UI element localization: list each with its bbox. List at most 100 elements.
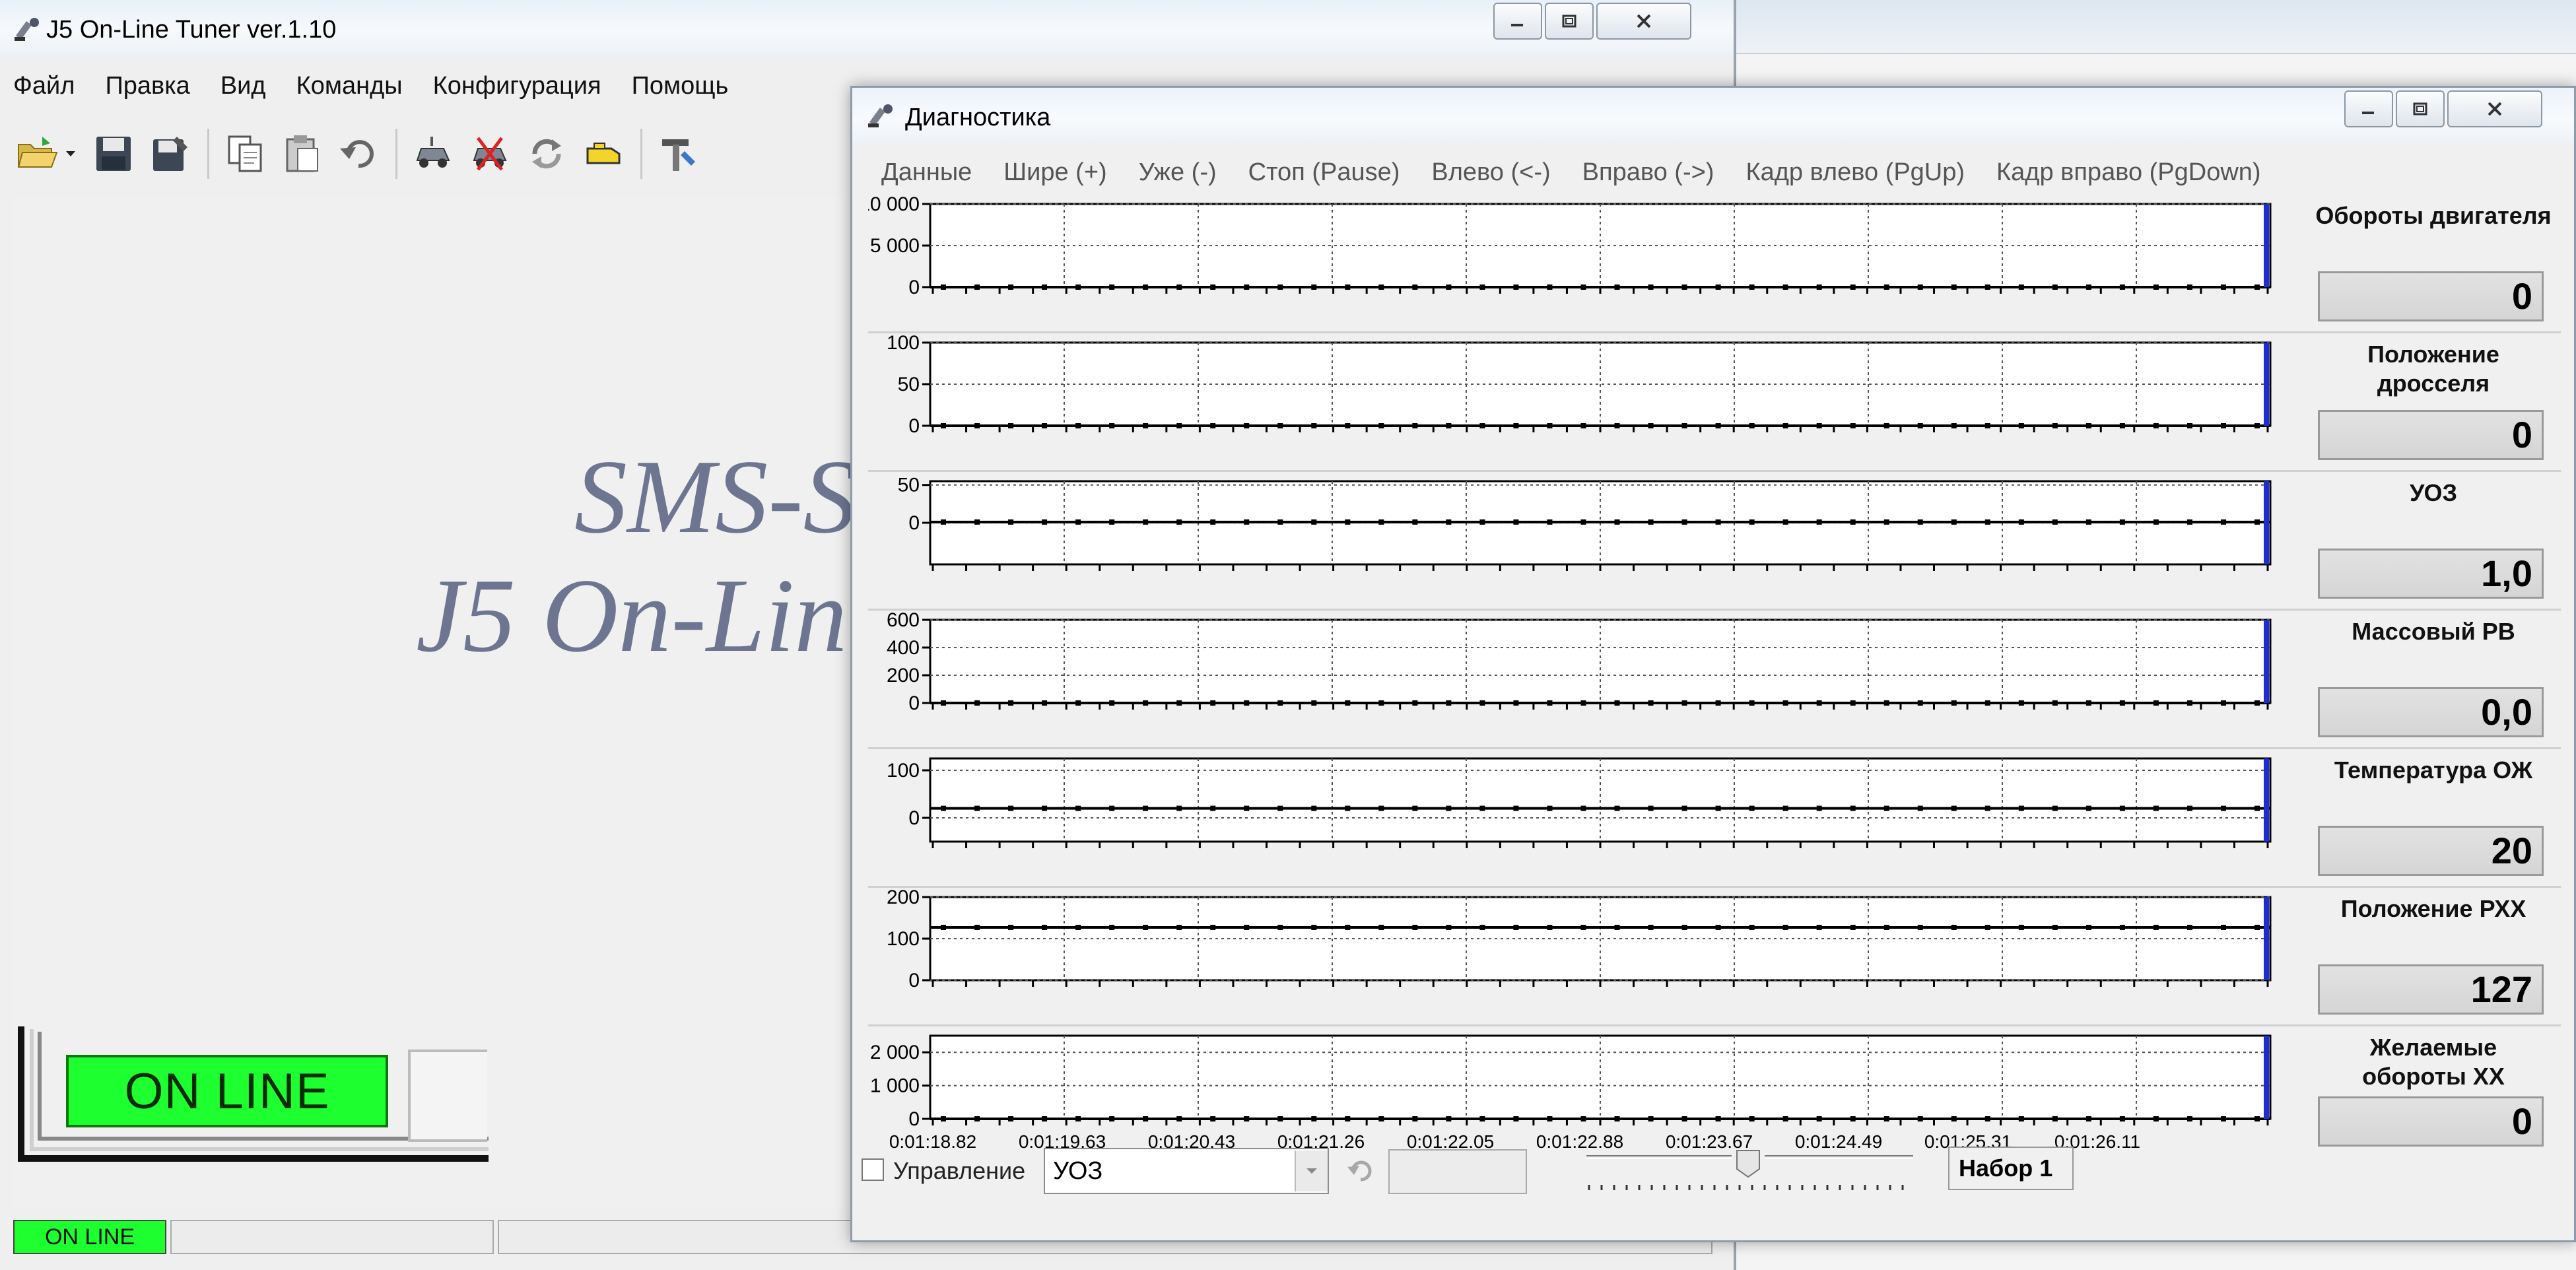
chart-target-idle-rpm: 2 0001 00000:01:18.82 0:01:19.63 0:01:20.4… [870,1034,2272,1152]
control-parameter-select[interactable]: УОЗ [1044,1148,1329,1194]
copy-icon[interactable] [221,130,269,178]
series-point [1513,924,1519,930]
menu-left[interactable]: Влево (<-) [1431,154,1550,191]
menu-narrower[interactable]: Уже (-) [1139,154,1217,191]
menu-stop[interactable]: Стоп (Pause) [1248,154,1400,191]
undo-icon[interactable] [335,130,382,178]
background-window-titlebar [1736,0,2576,54]
series-point [1883,700,1889,706]
series-point [1210,423,1216,428]
diagnostics-minimize-button[interactable] [2344,90,2393,127]
menu-data[interactable]: Данные [881,154,972,191]
engine-icon[interactable] [580,130,627,178]
series-point [2153,700,2159,706]
series-point [1681,423,1687,428]
series-point [1547,1116,1553,1121]
series-point [1883,1116,1889,1121]
series-point [1984,700,1990,706]
series-point [2119,805,2125,811]
menu-edit[interactable]: Правка [105,67,189,104]
series-point [1614,1116,1620,1121]
series-point [1917,805,1923,811]
series-point [2220,284,2226,290]
chart-row: 50 0 УОЗ 1,0 [868,472,2561,611]
series-point [1513,700,1519,706]
series-point [2119,519,2125,525]
menu-help[interactable]: Помощь [632,67,729,104]
series-point [2254,1116,2260,1121]
y-tick-label: 1 000 [870,1075,920,1097]
series-point [1513,519,1519,525]
series-point [2220,519,2226,525]
chart-coolant-temperature: 100 0 [887,757,2272,848]
series-point [2186,700,2192,706]
series-point [1244,423,1250,428]
series-point [1951,284,1957,290]
control-checkbox[interactable] [862,1158,884,1181]
series-point [1008,1116,1014,1121]
series-point [1580,805,1586,811]
series-point [1681,700,1687,706]
car-disconnect-icon[interactable] [466,130,514,178]
series-point [1008,284,1014,290]
series-point [1547,924,1553,930]
online-side-panel [408,1050,487,1142]
series-point [1143,805,1149,811]
series-point [1479,284,1485,290]
series-point [1311,423,1317,428]
series-point [2153,423,2159,428]
status-online-indicator: ON LINE [13,1220,166,1254]
menu-right[interactable]: Вправо (->) [1582,154,1714,191]
param-label: УОЗ [2409,479,2458,506]
save-icon[interactable] [90,130,137,178]
tools-icon[interactable] [654,130,702,178]
save-as-icon[interactable] [147,130,194,178]
close-button[interactable] [1596,3,1691,40]
menu-file[interactable]: Файл [13,67,75,104]
series-point [1479,519,1485,525]
diagnostics-window-icon [867,102,896,129]
series-point [1782,284,1788,290]
open-folder-icon[interactable] [13,130,61,178]
menu-commands[interactable]: Команды [296,67,403,104]
series-point [1715,700,1721,706]
menu-frame-right[interactable]: Кадр вправо (PgDown) [1996,154,2261,191]
series-point [1984,805,1990,811]
series-point [1176,519,1182,525]
maximize-button[interactable] [1545,3,1594,40]
series-point [974,924,980,930]
menu-wider[interactable]: Шире (+) [1003,154,1106,191]
chevron-down-icon[interactable] [1295,1151,1328,1191]
series-point [1513,284,1519,290]
menu-view[interactable]: Вид [220,67,266,104]
series-point [1075,924,1081,930]
diagnostics-maximize-button[interactable] [2396,90,2445,127]
diagnostics-close-button[interactable] [2447,90,2542,127]
paste-icon[interactable] [278,130,325,178]
menu-configuration[interactable]: Конфигурация [433,67,601,104]
series-point [941,423,946,428]
refresh-icon[interactable] [523,130,570,178]
reset-control-icon[interactable] [1342,1152,1379,1190]
series-point [2254,805,2260,811]
control-value-field[interactable] [1388,1149,1527,1194]
series-point [1412,805,1418,811]
series-point [2018,1116,2024,1121]
control-slider[interactable] [1586,1147,1913,1199]
series-point [1816,1116,1822,1121]
series-point [2220,805,2226,811]
minimize-button[interactable] [1493,3,1542,40]
series-point [1311,1116,1317,1121]
series-point [2018,924,2024,930]
series-point [974,519,980,525]
series-point [1277,924,1283,930]
car-connect-icon[interactable] [409,130,457,178]
series-point [2052,700,2058,706]
series-point [2119,924,2125,930]
menu-frame-left[interactable]: Кадр влево (PgUp) [1746,154,1965,191]
series-point [2085,924,2091,930]
series-point [1446,1116,1452,1121]
series-point [1143,519,1149,525]
dropdown-arrow-icon[interactable] [61,130,81,178]
series-point [1075,805,1081,811]
